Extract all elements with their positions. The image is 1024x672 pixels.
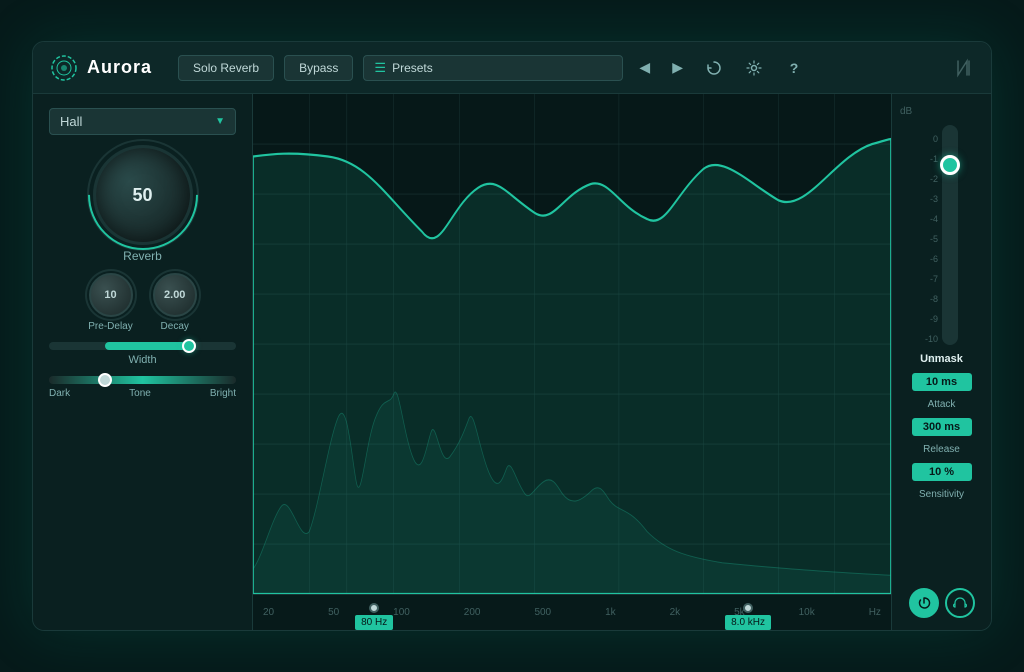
tone-label: Tone <box>129 388 151 399</box>
app-name: Aurora <box>87 57 152 78</box>
bypass-button[interactable]: Bypass <box>284 55 353 81</box>
bottom-icons <box>909 588 975 618</box>
db-6: -6 <box>925 249 938 269</box>
power-icon <box>917 596 931 610</box>
db-5: -5 <box>925 229 938 249</box>
high-freq-marker-label: 8.0 kHz <box>725 615 771 630</box>
main-content: Hall ▼ 50 Reverb 10 Pre-Delay <box>33 94 991 630</box>
small-knobs-row: 10 Pre-Delay 2.00 Decay <box>49 273 236 332</box>
sensitivity-label: Sensitivity <box>919 489 964 500</box>
pre-delay-value: 10 <box>104 289 116 301</box>
preset-type-value: Hall <box>60 114 82 129</box>
right-panel: dB 0 -1 -2 -3 -4 -5 -6 -7 -8 -9 -10 -11 <box>891 94 991 630</box>
presets-label: Presets <box>392 61 433 75</box>
reverb-label: Reverb <box>123 249 162 263</box>
sensitivity-value: 10 % <box>912 463 972 481</box>
spectrum-display[interactable] <box>253 94 891 594</box>
width-label: Width <box>49 354 236 366</box>
freq-label-10k: 10k <box>799 607 815 618</box>
plugin-window: Aurora Solo Reverb Bypass ☰ Presets ◀ ▶ … <box>32 41 992 631</box>
low-freq-marker-label: 80 Hz <box>355 615 393 630</box>
db-scale: 0 -1 -2 -3 -4 -5 -6 -7 -8 -9 -10 -11 <box>925 125 958 345</box>
width-slider[interactable] <box>49 342 236 350</box>
freq-label-1k: 1k <box>605 607 616 618</box>
decay-knob[interactable]: 2.00 <box>153 273 197 317</box>
help-button[interactable]: ? <box>779 53 809 83</box>
db-9: -9 <box>925 309 938 329</box>
db-3: -3 <box>925 189 938 209</box>
output-fader-thumb[interactable] <box>940 155 960 175</box>
reverb-knob-value: 50 <box>132 185 152 206</box>
loop-icon <box>706 60 722 76</box>
dropdown-arrow-icon: ▼ <box>215 116 225 127</box>
tone-labels: Dark Tone Bright <box>49 388 236 399</box>
tone-dark-label: Dark <box>49 388 70 399</box>
db-2: -2 <box>925 169 938 189</box>
presets-dropdown[interactable]: ☰ Presets <box>363 55 623 81</box>
release-value: 300 ms <box>912 418 972 436</box>
aurora-logo-icon <box>49 53 79 83</box>
freq-label-hz: Hz <box>869 607 881 618</box>
settings-button[interactable] <box>739 53 769 83</box>
db-numbers: 0 -1 -2 -3 -4 -5 -6 -7 -8 -9 -10 -11 <box>925 125 938 369</box>
headphone-icon <box>953 596 967 610</box>
freq-label-200: 200 <box>464 607 481 618</box>
loop-button[interactable] <box>699 53 729 83</box>
db-7: -7 <box>925 269 938 289</box>
freq-label-500: 500 <box>534 607 551 618</box>
power-button[interactable] <box>909 588 939 618</box>
left-panel: Hall ▼ 50 Reverb 10 Pre-Delay <box>33 94 253 630</box>
top-bar: Aurora Solo Reverb Bypass ☰ Presets ◀ ▶ … <box>33 42 991 94</box>
attack-label: Attack <box>928 399 956 410</box>
db-0: 0 <box>925 129 938 149</box>
output-fader[interactable] <box>942 125 958 345</box>
width-slider-thumb[interactable] <box>182 339 196 353</box>
freq-label-20: 20 <box>263 607 274 618</box>
release-label: Release <box>923 444 960 455</box>
solo-reverb-button[interactable]: Solo Reverb <box>178 55 274 81</box>
tone-slider[interactable] <box>49 376 236 384</box>
decay-label: Decay <box>161 321 189 332</box>
freq-label-100: 100 <box>393 607 410 618</box>
pre-delay-knob[interactable]: 10 <box>89 273 133 317</box>
width-section: Width <box>49 342 236 366</box>
decay-group: 2.00 Decay <box>153 273 197 332</box>
freq-label-2k: 2k <box>670 607 681 618</box>
db-4: -4 <box>925 209 938 229</box>
headphone-button[interactable] <box>945 588 975 618</box>
width-slider-fill <box>105 342 189 350</box>
pre-delay-group: 10 Pre-Delay <box>88 273 132 332</box>
pre-delay-label: Pre-Delay <box>88 321 132 332</box>
spectrum-svg <box>253 94 891 594</box>
preset-next-button[interactable]: ▶ <box>666 57 689 78</box>
preset-prev-button[interactable]: ◀ <box>633 57 656 78</box>
gear-icon <box>746 60 762 76</box>
unmask-label: Unmask <box>920 353 963 365</box>
db-label: dB <box>900 106 912 117</box>
tone-section: Dark Tone Bright <box>49 376 236 399</box>
tone-slider-thumb[interactable] <box>98 373 112 387</box>
decay-value: 2.00 <box>164 289 185 301</box>
center-panel: 20 50 100 200 500 1k 2k 5k 10k Hz 80 Hz <box>253 94 891 630</box>
high-freq-marker-dot[interactable] <box>743 603 753 613</box>
logo-area: Aurora <box>49 53 152 83</box>
db-10: -10 <box>925 329 938 349</box>
frequency-axis: 20 50 100 200 500 1k 2k 5k 10k Hz 80 Hz <box>253 594 891 630</box>
low-freq-marker-dot[interactable] <box>369 603 379 613</box>
freq-label-50: 50 <box>328 607 339 618</box>
tone-bright-label: Bright <box>210 388 236 399</box>
reverb-knob[interactable]: 50 <box>93 145 193 245</box>
reverb-section: 50 Reverb <box>49 145 236 263</box>
ni-logo <box>955 58 975 78</box>
attack-value: 10 ms <box>912 373 972 391</box>
db-8: -8 <box>925 289 938 309</box>
db-1: -1 <box>925 149 938 169</box>
preset-type-dropdown[interactable]: Hall ▼ <box>49 108 236 135</box>
